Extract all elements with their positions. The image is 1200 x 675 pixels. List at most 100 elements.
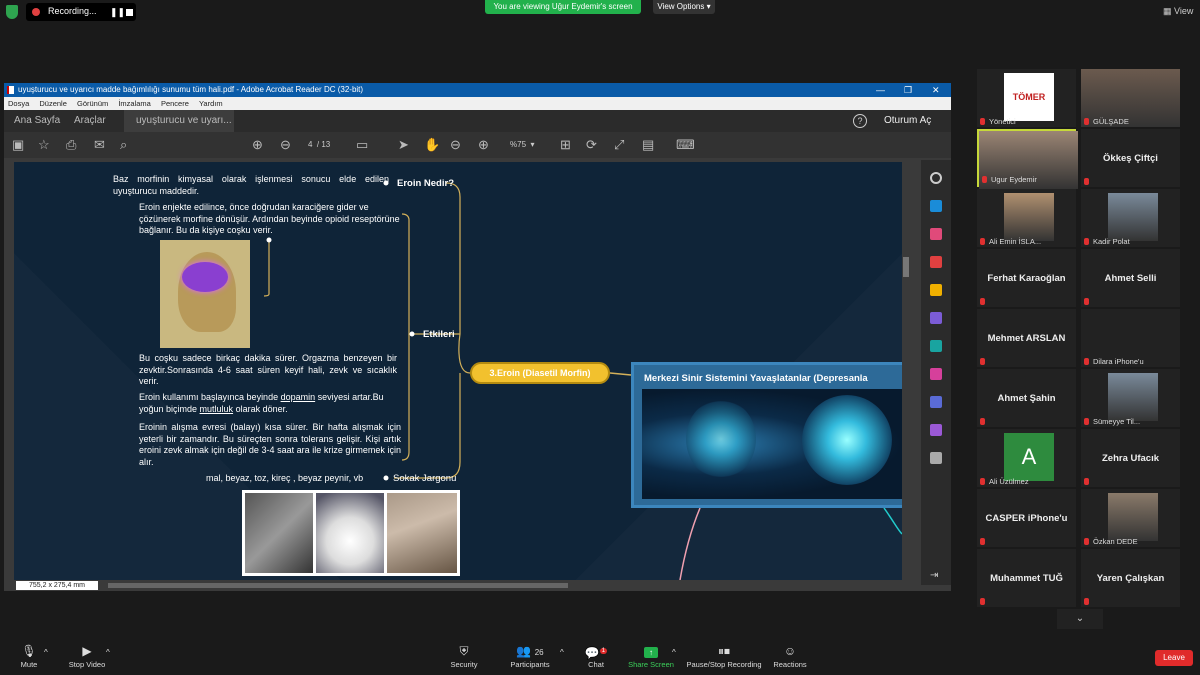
display-icon[interactable]: ▭ — [356, 137, 368, 153]
pause-recording-button[interactable]: ⏸⏹ Pause/Stop Recording — [686, 644, 762, 669]
participant-tile[interactable]: TÖMER Yönetici — [977, 69, 1076, 127]
stop-icon[interactable] — [126, 9, 133, 16]
page-indicator[interactable]: 4 / 13 — [308, 137, 330, 153]
vertical-scrollbar[interactable] — [902, 162, 910, 580]
more-tools-icon[interactable] — [930, 452, 942, 464]
muted-mic-icon — [1084, 118, 1089, 125]
scroll-thumb[interactable] — [903, 257, 909, 277]
menu-item-help[interactable]: Yardım — [199, 99, 223, 108]
participants-options-chevron-icon[interactable]: ^ — [560, 648, 564, 657]
menu-item-window[interactable]: Pencere — [161, 99, 189, 108]
minimize-icon[interactable]: — — [876, 83, 885, 97]
participant-tile[interactable]: Kadir Polat — [1081, 189, 1180, 247]
view-options-button[interactable]: View Options ▾ — [653, 0, 715, 14]
participants-button[interactable]: 👥 26 Participants — [508, 644, 552, 669]
select-cursor-icon[interactable]: ➤ — [398, 137, 409, 153]
chat-button[interactable]: 💬 1 Chat — [584, 644, 608, 669]
keyboard-icon[interactable]: ⌨ — [676, 137, 695, 153]
participant-tile[interactable]: Mehmet ARSLAN — [977, 309, 1076, 367]
participant-tile[interactable]: Ahmet Şahin — [977, 369, 1076, 427]
photo-syringe — [387, 493, 457, 573]
participants-label: Participants — [510, 660, 550, 669]
help-icon[interactable]: ? — [853, 114, 867, 128]
hand-tool-icon[interactable]: ✋ — [424, 137, 440, 153]
menu-item-file[interactable]: Dosya — [8, 99, 29, 108]
participant-tile[interactable]: GÜLŞADE — [1081, 69, 1180, 127]
fullscreen-icon[interactable]: ⤢ — [614, 137, 624, 153]
participant-label: Özkan DEDE — [1093, 537, 1138, 546]
send-sign-icon[interactable] — [930, 424, 942, 436]
participant-name: Ferhat Karaoğlan — [987, 272, 1066, 284]
participant-tile[interactable]: Ferhat Karaoğlan — [977, 249, 1076, 307]
share-screen-button[interactable]: ↑ Share Screen — [628, 644, 674, 669]
view-button[interactable]: ▦ View — [1163, 6, 1193, 17]
maximize-icon[interactable]: ❐ — [904, 83, 912, 97]
scroll-down-chevron-icon[interactable]: ⌄ — [1057, 609, 1103, 629]
drug-photos — [242, 490, 460, 576]
save-icon[interactable]: ▣ — [12, 137, 24, 153]
login-button[interactable]: Oturum Aç — [884, 110, 931, 132]
page-layout-icon[interactable]: ▤ — [642, 137, 654, 153]
participant-tile[interactable]: Zehra Ufacık — [1081, 429, 1180, 487]
mute-button[interactable]: 🎙 Mute — [14, 644, 44, 669]
reactions-button[interactable]: ☺ Reactions — [772, 644, 808, 669]
stop-video-button[interactable]: ▶ Stop Video — [64, 644, 110, 669]
leave-button[interactable]: Leave — [1155, 650, 1193, 666]
zoom-tool-icon[interactable] — [930, 172, 942, 184]
bookmark-star-icon[interactable]: ☆ — [38, 137, 50, 153]
participant-tile[interactable]: A Ali Üzülmez — [977, 429, 1076, 487]
zoom-level[interactable]: %75 ▾ — [510, 137, 534, 153]
next-page-icon[interactable]: ⊖ — [280, 137, 291, 153]
prev-page-icon[interactable]: ⊕ — [252, 137, 263, 153]
participant-tile[interactable]: Ugur Eydemir — [977, 129, 1078, 189]
export-pdf-icon[interactable] — [930, 200, 942, 212]
horizontal-scroll-thumb[interactable] — [108, 583, 568, 588]
participant-tile[interactable]: Ahmet Selli — [1081, 249, 1180, 307]
share-screen-label: Share Screen — [628, 660, 674, 669]
participant-tile[interactable]: Ökkeş Çiftçi — [1081, 129, 1180, 187]
page-current[interactable]: 4 — [308, 140, 312, 149]
pdf-icon — [7, 86, 14, 94]
video-options-chevron-icon[interactable]: ^ — [106, 648, 110, 657]
participant-tile[interactable]: Dilara iPhone'u — [1081, 309, 1180, 367]
participant-tile[interactable]: Muhammet TUĞ — [977, 549, 1076, 607]
participant-tile[interactable]: CASPER iPhone'u — [977, 489, 1076, 547]
effects-text-3c: olarak döner. — [233, 403, 288, 414]
share-options-chevron-icon[interactable]: ^ — [672, 648, 676, 657]
menu-item-sign[interactable]: İmzalama — [118, 99, 151, 108]
tab-home[interactable]: Ana Sayfa — [14, 110, 60, 132]
depressants-title: Merkezi Sinir Sistemini Yavaşlatanlar (D… — [644, 373, 868, 384]
tab-document[interactable]: uyuşturucu ve uyarı... ✕ — [124, 110, 234, 148]
participant-tile[interactable]: Özkan DEDE — [1081, 489, 1180, 547]
participant-name: Mehmet ARSLAN — [987, 332, 1066, 344]
fill-sign-icon[interactable] — [930, 368, 942, 380]
zoom-in-icon[interactable]: ⊕ — [478, 137, 489, 153]
participant-tile[interactable]: Sümeyye Til... — [1081, 369, 1180, 427]
rotate-icon[interactable]: ⟳ — [586, 137, 597, 153]
menu-item-edit[interactable]: Düzenle — [39, 99, 67, 108]
close-icon[interactable]: ✕ — [932, 83, 940, 97]
collapse-panel-icon[interactable]: ⇥ — [930, 570, 942, 582]
participant-tile[interactable]: Yaren Çalışkan — [1081, 549, 1180, 607]
security-shield-icon[interactable] — [6, 5, 18, 19]
zoom-out-icon[interactable]: ⊖ — [450, 137, 461, 153]
create-pdf-icon[interactable] — [930, 256, 942, 268]
pause-icon[interactable]: ❚❚ — [110, 7, 125, 18]
security-button[interactable]: ⛨ Security — [446, 644, 482, 669]
scan-icon[interactable] — [930, 340, 942, 352]
menu-item-view[interactable]: Görünüm — [77, 99, 108, 108]
print-icon[interactable]: ⎙ — [66, 137, 76, 153]
participant-tile[interactable]: Ali Emin İSLA... — [977, 189, 1076, 247]
protect-icon[interactable] — [930, 396, 942, 408]
comment-icon[interactable] — [930, 284, 942, 296]
fit-page-icon[interactable]: ⊞ — [560, 137, 571, 153]
mute-options-chevron-icon[interactable]: ^ — [44, 648, 48, 657]
muted-mic-icon — [980, 538, 985, 545]
email-icon[interactable]: ✉ — [94, 137, 105, 153]
combine-icon[interactable] — [930, 312, 942, 324]
search-icon[interactable]: ⌕ — [120, 137, 127, 153]
muted-mic-icon — [980, 238, 985, 245]
brain-right — [802, 395, 892, 485]
edit-pdf-icon[interactable] — [930, 228, 942, 240]
tab-tools[interactable]: Araçlar — [74, 110, 106, 132]
